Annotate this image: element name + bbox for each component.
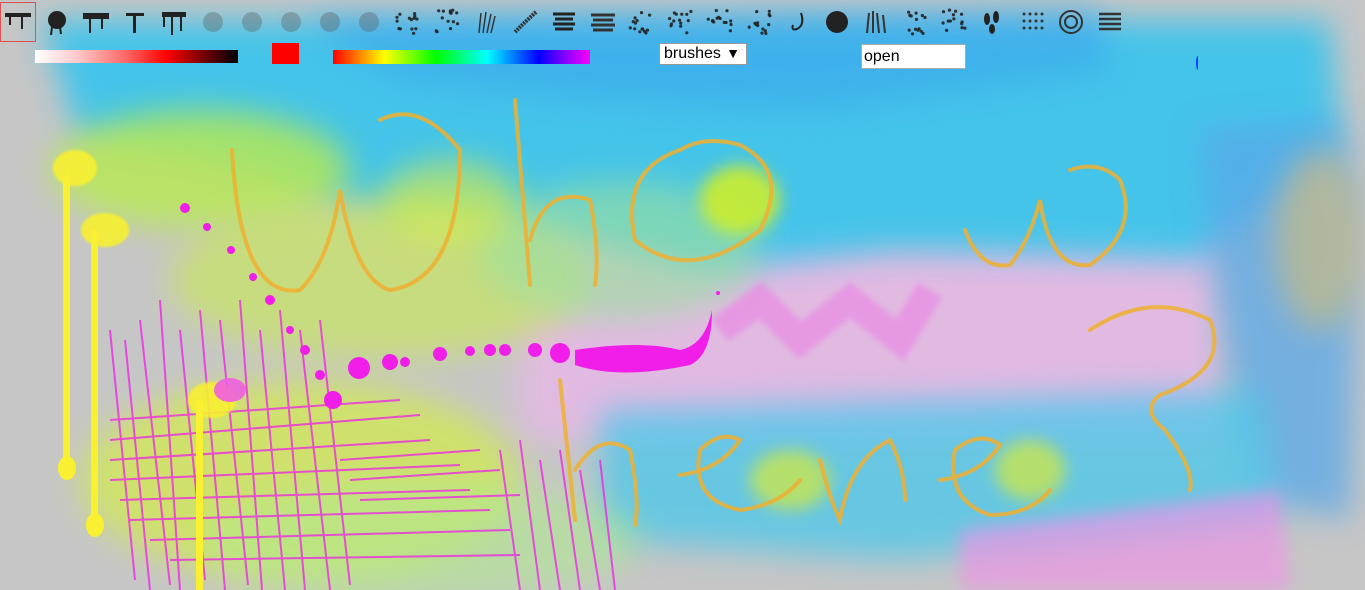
brush-scatter-3-icon[interactable]	[702, 2, 738, 42]
brush-select-value: brushes	[664, 45, 721, 62]
brush-grass-icon[interactable]	[858, 2, 894, 42]
brush-soft-dots-icon[interactable]	[351, 2, 387, 42]
brush-soft-cloud-2-icon[interactable]	[234, 2, 270, 42]
hue-gradient-slider[interactable]	[333, 50, 590, 64]
brush-drip-2-icon[interactable]	[78, 2, 114, 42]
brush-scatter-4-icon[interactable]	[741, 2, 777, 42]
brush-sparkle-icon[interactable]	[429, 2, 465, 42]
brush-streaks-1-icon[interactable]	[546, 2, 582, 42]
brush-leaves-icon[interactable]	[975, 2, 1011, 42]
current-color-swatch[interactable]	[272, 43, 299, 64]
brush-tbar-icon[interactable]	[117, 2, 153, 42]
tint-gradient-slider[interactable]	[35, 50, 238, 63]
brush-streaks-2-icon[interactable]	[585, 2, 621, 42]
brush-soft-cloud-4-icon[interactable]	[312, 2, 348, 42]
brush-fur-icon[interactable]	[468, 2, 504, 42]
brush-splatter-icon[interactable]	[39, 2, 75, 42]
paint-canvas[interactable]	[0, 0, 1365, 590]
brush-select[interactable]: brushes ▼	[659, 43, 747, 65]
brush-cursor	[1196, 56, 1201, 70]
brush-soft-cloud-3-icon[interactable]	[273, 2, 309, 42]
brush-swirl-icon[interactable]	[1053, 2, 1089, 42]
brush-soft-cloud-1-icon[interactable]	[195, 2, 231, 42]
brush-hook-icon[interactable]	[780, 2, 816, 42]
brush-scatter-1-icon[interactable]	[624, 2, 660, 42]
brush-dot-grid-icon[interactable]	[1014, 2, 1050, 42]
brush-round-blob-icon[interactable]	[819, 2, 855, 42]
brush-dot-cluster-icon[interactable]	[897, 2, 933, 42]
brush-line-scatter-icon[interactable]	[936, 2, 972, 42]
brush-toolbar	[0, 0, 1220, 44]
brush-feather-icon[interactable]	[507, 2, 543, 42]
open-field[interactable]	[861, 44, 966, 69]
brush-drip-3-icon[interactable]	[156, 2, 192, 42]
brush-rough-dots-icon[interactable]	[390, 2, 426, 42]
brush-drip-1-icon[interactable]	[0, 2, 36, 42]
brush-scatter-2-icon[interactable]	[663, 2, 699, 42]
brush-lines-icon[interactable]	[1092, 2, 1128, 42]
chevron-down-icon: ▼	[726, 45, 740, 61]
